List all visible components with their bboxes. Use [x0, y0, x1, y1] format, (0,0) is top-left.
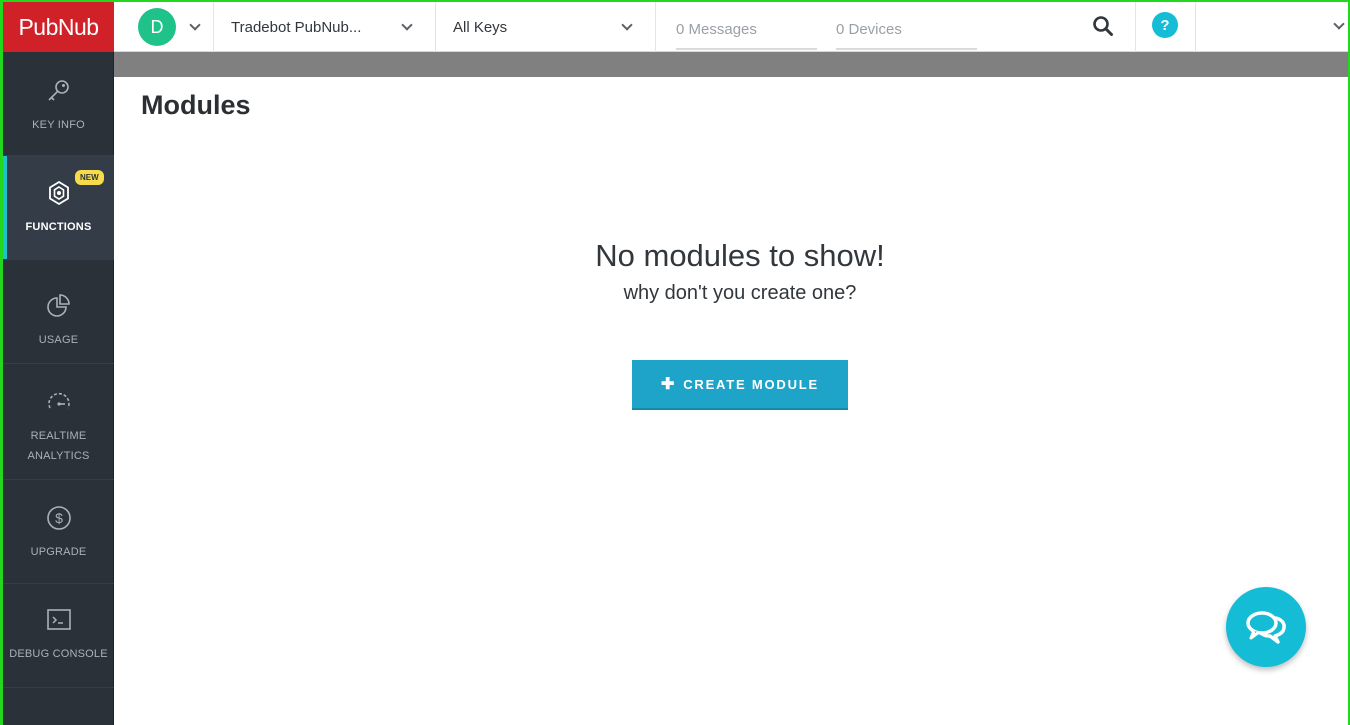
topbar-divider — [1135, 2, 1136, 52]
new-badge: NEW — [75, 170, 104, 185]
notification-strip — [114, 52, 1350, 77]
messages-stat: 0 Messages — [676, 20, 817, 50]
sidebar-item-functions[interactable]: NEW FUNCTIONS — [3, 156, 114, 260]
topbar-divider — [1195, 2, 1196, 52]
dollar-icon: $ — [46, 506, 71, 530]
keyset-selector-label: All Keys — [453, 18, 508, 36]
sidebar-item-label: USAGE — [38, 334, 79, 346]
keyset-selector[interactable]: All Keys — [436, 2, 656, 52]
chevron-down-icon[interactable] — [621, 18, 633, 31]
devices-stat: 0 Devices — [836, 20, 977, 50]
pubnub-logo[interactable]: PubNub — [3, 2, 114, 52]
terminal-icon — [46, 609, 71, 630]
chevron-down-icon[interactable] — [401, 18, 413, 31]
sidebar: KEY INFO NEW FUNCTIONS USAGE REALTIME AN… — [3, 52, 114, 725]
chevron-down-icon[interactable] — [1333, 18, 1345, 30]
speedometer-icon — [47, 392, 70, 409]
top-bar: PubNub D Tradebot PubNub... All Keys 0 M… — [0, 0, 1350, 52]
app-selector-label: Tradebot PubNub... — [231, 18, 362, 36]
sidebar-item-usage[interactable]: USAGE — [3, 260, 114, 364]
help-icon[interactable]: ? — [1152, 12, 1178, 38]
sidebar-item-realtime-analytics[interactable]: REALTIME ANALYTICS — [3, 364, 114, 480]
sidebar-item-label: UPGRADE — [30, 546, 87, 558]
chat-bubbles-icon — [1246, 611, 1286, 644]
avatar[interactable]: D — [138, 8, 176, 46]
sidebar-item-label: KEY INFO — [32, 119, 85, 131]
search-icon[interactable] — [1092, 15, 1114, 37]
sidebar-item-debug-console[interactable]: DEBUG CONSOLE — [3, 584, 114, 688]
hexagon-icon — [48, 180, 69, 206]
plus-icon: ✚ — [660, 376, 677, 393]
sidebar-item-key-info[interactable]: KEY INFO — [3, 52, 114, 156]
account-switcher[interactable]: D — [114, 2, 214, 52]
chat-support-button[interactable] — [1226, 587, 1306, 667]
frame-top-border — [0, 0, 1350, 2]
svg-text:$: $ — [55, 510, 63, 526]
frame-left-border — [0, 0, 3, 725]
pie-chart-icon — [46, 294, 70, 317]
empty-state-title: No modules to show! — [595, 238, 885, 273]
create-module-label: CREATE MODULE — [683, 376, 820, 392]
app-selector[interactable]: Tradebot PubNub... — [214, 2, 436, 52]
key-icon — [47, 80, 69, 101]
sidebar-item-label: FUNCTIONS — [25, 221, 92, 233]
create-module-button[interactable]: ✚ CREATE MODULE — [632, 360, 848, 410]
empty-state-subtitle: why don't you create one? — [623, 282, 857, 304]
sidebar-item-label: REALTIME ANALYTICS — [27, 430, 90, 462]
sidebar-item-label: DEBUG CONSOLE — [9, 648, 108, 660]
sidebar-item-upgrade[interactable]: $ UPGRADE — [3, 480, 114, 584]
chevron-down-icon[interactable] — [189, 18, 201, 31]
page-title: Modules — [141, 90, 251, 120]
